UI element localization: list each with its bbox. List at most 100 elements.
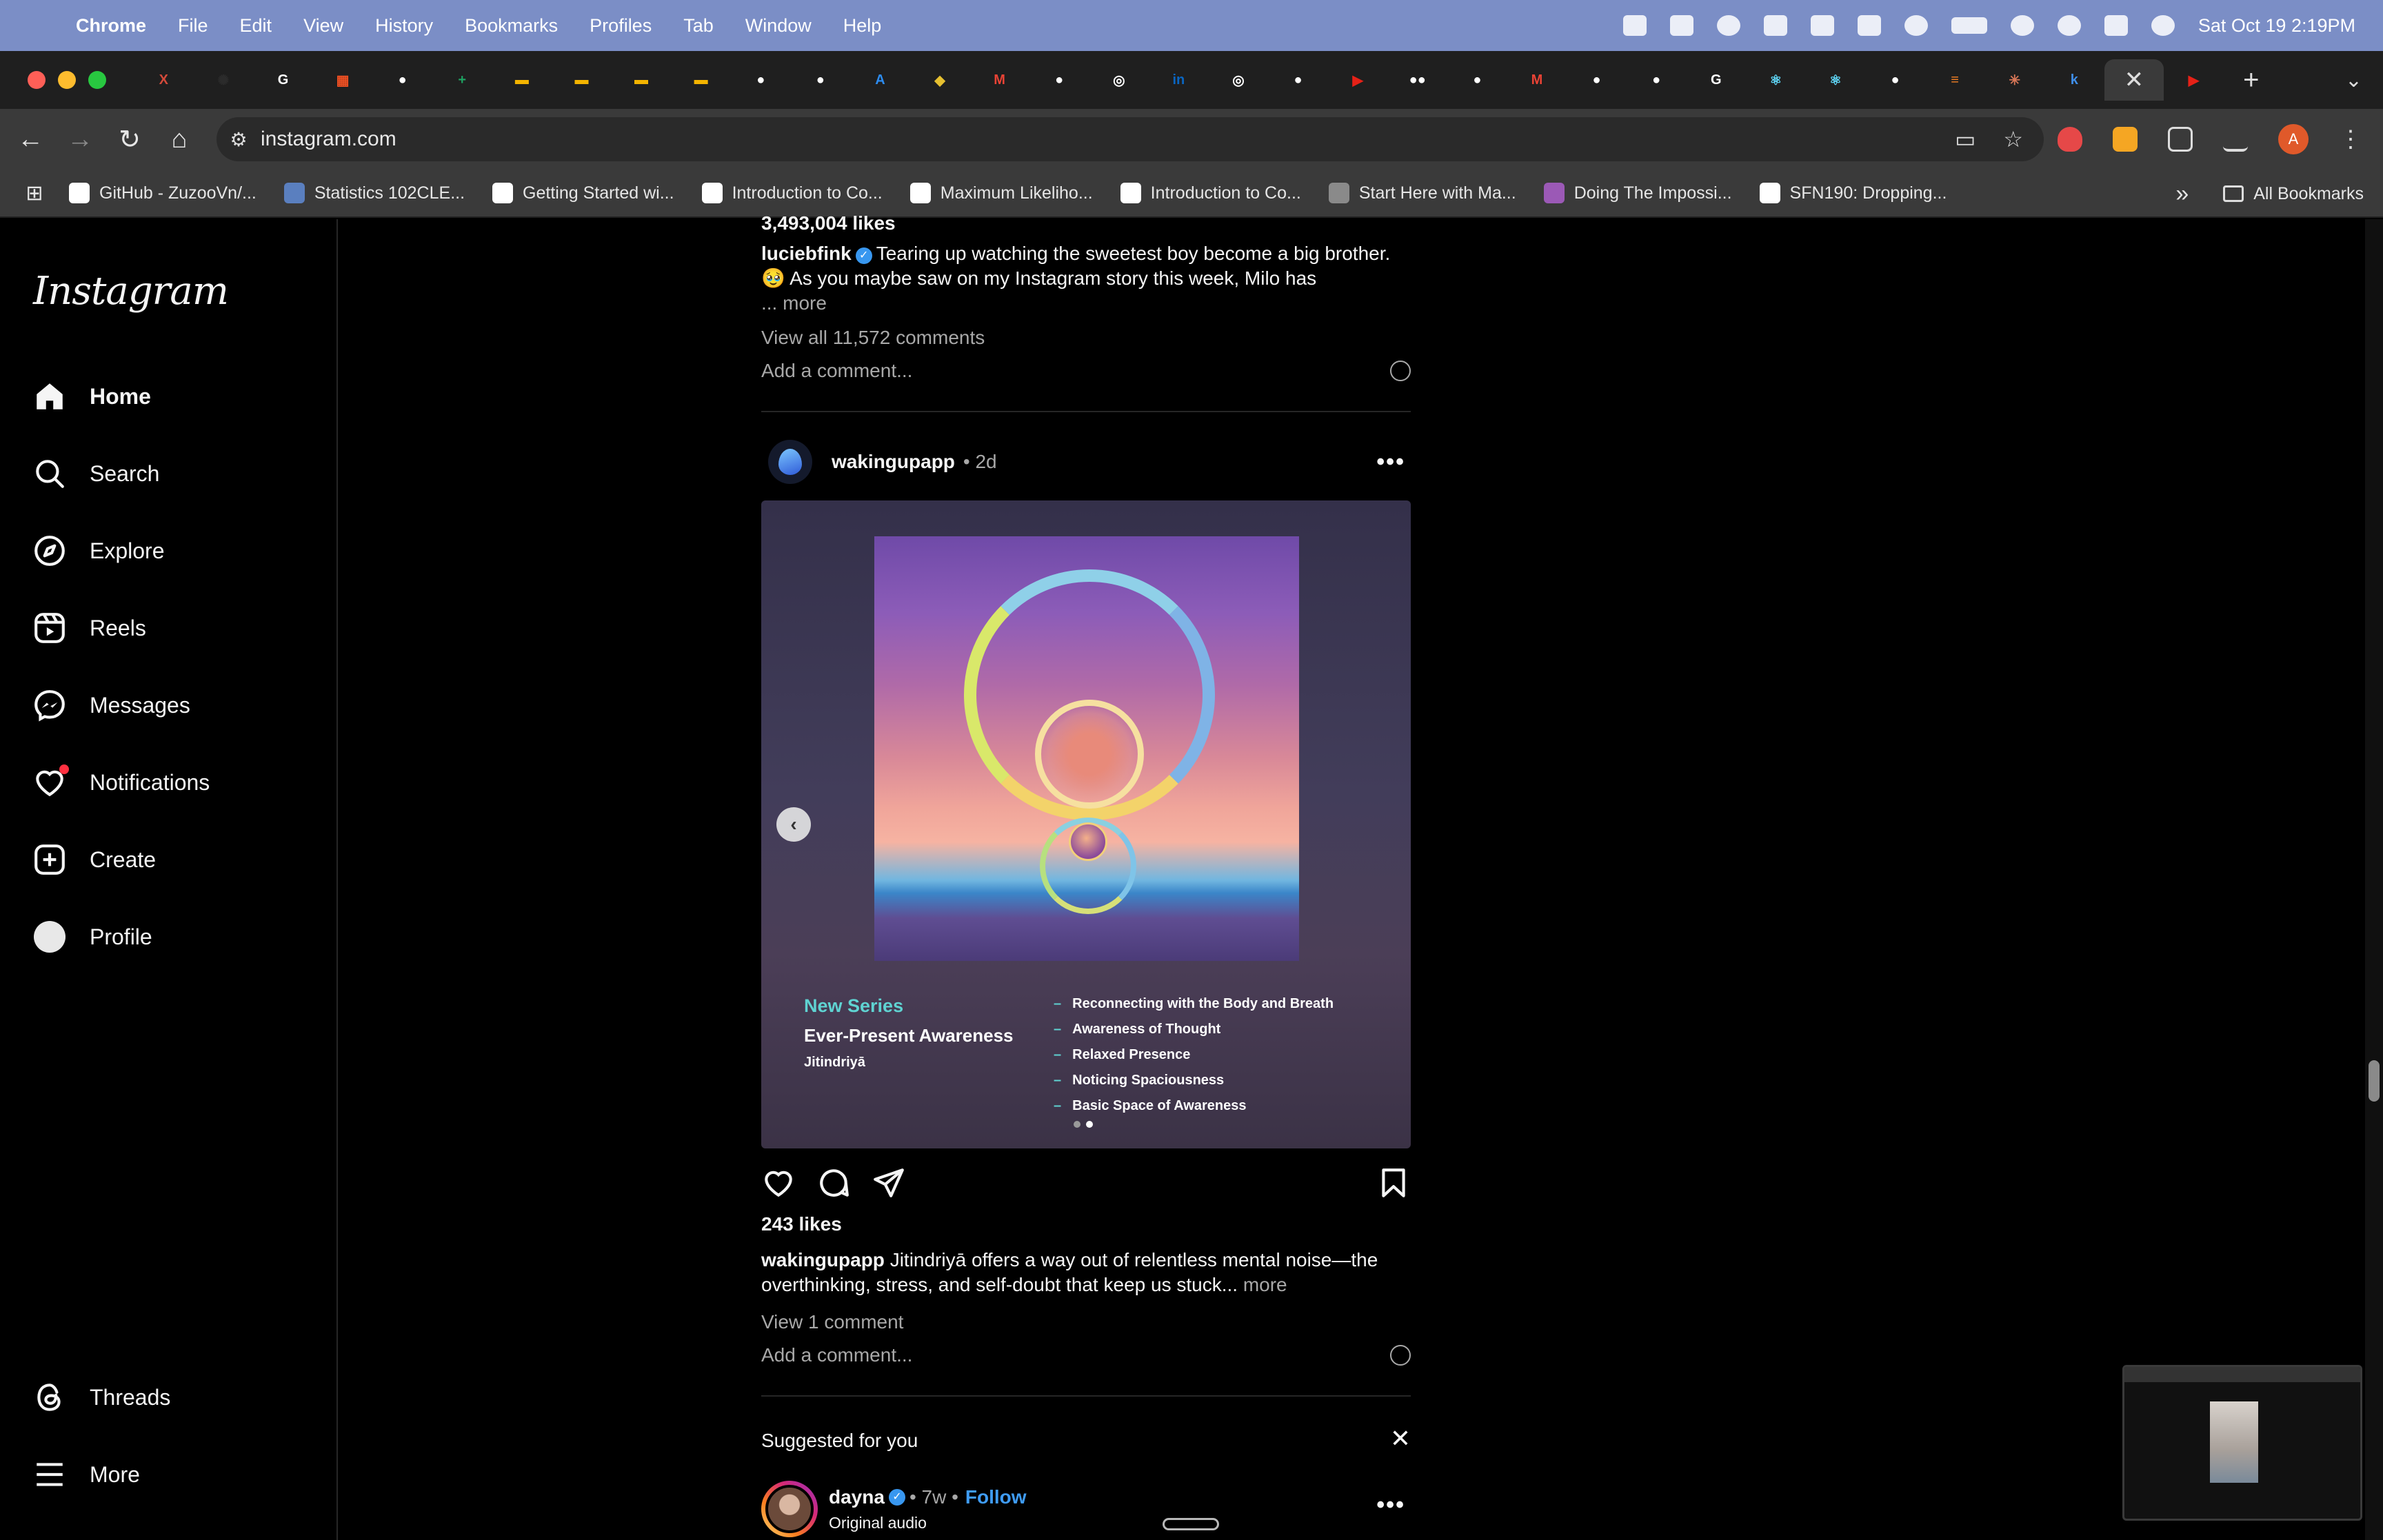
menu-file[interactable]: File bbox=[178, 15, 208, 37]
shield-extension-icon[interactable] bbox=[2058, 127, 2082, 152]
screenshot-thumbnail-preview[interactable] bbox=[2122, 1365, 2362, 1521]
story-avatar[interactable] bbox=[761, 1481, 818, 1537]
browser-tab[interactable]: ● bbox=[1447, 59, 1507, 101]
comment-icon[interactable] bbox=[816, 1166, 872, 1204]
extensions-puzzle-icon[interactable] bbox=[2168, 127, 2193, 152]
browser-tab[interactable]: ● bbox=[1627, 59, 1687, 101]
close-tab-icon[interactable]: ✕ bbox=[2124, 66, 2144, 94]
likes-count[interactable]: 3,493,004 likes bbox=[761, 212, 896, 234]
audio-link[interactable]: Original audio bbox=[829, 1514, 1027, 1532]
bookmark-star-icon[interactable]: ☆ bbox=[2003, 126, 2023, 152]
bookmark-item[interactable]: SFN190: Dropping... bbox=[1759, 183, 1947, 203]
media-control-icon[interactable] bbox=[2223, 127, 2248, 152]
bookmark-item[interactable]: Getting Started wi... bbox=[492, 183, 674, 203]
post-username[interactable]: wakingupapp bbox=[832, 451, 955, 473]
browser-tab[interactable]: ● bbox=[791, 59, 851, 101]
emoji-icon[interactable] bbox=[1390, 361, 1411, 381]
wifi-icon[interactable] bbox=[2010, 15, 2034, 36]
scrollbar-thumb[interactable] bbox=[2369, 1060, 2380, 1102]
bookmark-item[interactable]: Doing The Impossi... bbox=[1543, 183, 1732, 203]
siri-icon[interactable] bbox=[2151, 15, 2175, 36]
nav-notifications[interactable]: Notifications bbox=[30, 758, 210, 807]
menu-history[interactable]: History bbox=[375, 15, 433, 37]
bookmark-item[interactable]: Maximum Likeliho... bbox=[909, 183, 1093, 203]
browser-tab[interactable]: ● bbox=[1268, 59, 1328, 101]
view-comments-link[interactable]: View all 11,572 comments bbox=[761, 327, 985, 349]
share-icon[interactable] bbox=[872, 1166, 927, 1204]
menu-window[interactable]: Window bbox=[745, 15, 812, 37]
browser-tab[interactable]: ◆ bbox=[910, 59, 970, 101]
browser-tab[interactable]: ▶ bbox=[2164, 59, 2224, 101]
browser-tab[interactable]: X bbox=[134, 59, 194, 101]
battery-icon[interactable] bbox=[1951, 17, 1987, 34]
status-icon[interactable] bbox=[1622, 15, 1647, 36]
carousel-prev-button[interactable]: ‹ bbox=[776, 807, 811, 842]
page-scrollbar[interactable] bbox=[2365, 219, 2383, 1540]
nav-more[interactable]: More bbox=[30, 1450, 140, 1499]
browser-tab[interactable]: ▬ bbox=[671, 59, 731, 101]
browser-tab[interactable]: A bbox=[850, 59, 910, 101]
all-bookmarks-button[interactable]: All Bookmarks bbox=[2223, 184, 2364, 204]
site-info-icon[interactable]: ⚙ bbox=[217, 128, 261, 151]
menubar-clock[interactable]: Sat Oct 19 2:19PM bbox=[2198, 15, 2355, 37]
browser-tab[interactable]: M bbox=[969, 59, 1029, 101]
add-comment-input[interactable]: Add a comment... bbox=[761, 360, 912, 382]
browser-tab[interactable]: ▬ bbox=[552, 59, 612, 101]
control-center-icon[interactable] bbox=[2104, 15, 2128, 36]
nav-reels[interactable]: Reels bbox=[30, 604, 146, 652]
browser-tab[interactable]: ✳ bbox=[1984, 59, 2044, 101]
menu-app-name[interactable]: Chrome bbox=[76, 15, 146, 37]
install-app-icon[interactable]: ▭ bbox=[1955, 126, 1975, 152]
menu-profiles[interactable]: Profiles bbox=[590, 15, 652, 37]
bookmark-item[interactable]: Start Here with Ma... bbox=[1328, 183, 1516, 203]
browser-tab[interactable]: ▬ bbox=[492, 59, 552, 101]
browser-tab[interactable]: ● bbox=[1865, 59, 1925, 101]
post-image[interactable]: ‹ New Series Ever-Present Awareness Jiti… bbox=[761, 500, 1411, 1148]
browser-tab[interactable]: in bbox=[1149, 59, 1209, 101]
browser-tab[interactable]: ⚛ bbox=[1806, 59, 1866, 101]
browser-tab[interactable]: + bbox=[432, 59, 492, 101]
nav-messages[interactable]: Messages bbox=[30, 681, 190, 729]
caption-more-link[interactable]: ... more bbox=[761, 292, 827, 314]
close-icon[interactable]: ✕ bbox=[1390, 1424, 1411, 1453]
add-comment-input[interactable]: Add a comment... bbox=[761, 1344, 912, 1366]
minimize-window-button[interactable] bbox=[58, 71, 76, 89]
view-comments-link[interactable]: View 1 comment bbox=[761, 1311, 903, 1333]
caption-username[interactable]: wakingupapp bbox=[761, 1249, 885, 1270]
menu-view[interactable]: View bbox=[303, 15, 343, 37]
status-icon[interactable] bbox=[1857, 15, 1881, 36]
status-icon[interactable] bbox=[1669, 15, 1693, 36]
zoom-window-button[interactable] bbox=[88, 71, 106, 89]
menu-help[interactable]: Help bbox=[843, 15, 882, 37]
bookmark-item[interactable]: Introduction to Co... bbox=[1120, 183, 1301, 203]
browser-tab[interactable]: G bbox=[1686, 59, 1746, 101]
bookmark-item[interactable]: Introduction to Co... bbox=[701, 183, 883, 203]
nav-explore[interactable]: Explore bbox=[30, 527, 165, 575]
browser-tab[interactable]: M bbox=[1507, 59, 1567, 101]
status-icon[interactable] bbox=[1763, 15, 1787, 36]
more-options-icon[interactable]: ••• bbox=[1376, 1492, 1405, 1519]
browser-tab[interactable]: ● bbox=[372, 59, 432, 101]
caption-more-link[interactable]: more bbox=[1243, 1274, 1287, 1295]
browser-tab[interactable]: ✺ bbox=[194, 59, 254, 101]
emoji-icon[interactable] bbox=[1390, 1345, 1411, 1366]
nav-threads[interactable]: Threads bbox=[30, 1373, 170, 1421]
nav-search[interactable]: Search bbox=[30, 449, 159, 498]
bookmarks-overflow-button[interactable]: » bbox=[2175, 181, 2189, 207]
spotlight-search-icon[interactable] bbox=[2057, 15, 2081, 36]
address-bar[interactable]: ⚙ instagram.com ▭ ☆ bbox=[217, 117, 2044, 161]
browser-tab[interactable]: G bbox=[253, 59, 313, 101]
follow-button[interactable]: Follow bbox=[965, 1486, 1027, 1508]
nav-create[interactable]: Create bbox=[30, 835, 156, 884]
url-text[interactable]: instagram.com bbox=[261, 128, 396, 151]
chrome-menu-icon[interactable]: ⋮ bbox=[2339, 125, 2362, 153]
menu-edit[interactable]: Edit bbox=[240, 15, 272, 37]
browser-tab[interactable]: ▬ bbox=[612, 59, 672, 101]
close-window-button[interactable] bbox=[28, 71, 46, 89]
like-heart-icon[interactable] bbox=[761, 1166, 816, 1204]
home-button-icon[interactable]: ⌂ bbox=[154, 125, 204, 154]
nav-home[interactable]: Home bbox=[30, 372, 151, 421]
active-tab[interactable]: ✕ bbox=[2104, 59, 2164, 101]
browser-tab[interactable]: ◎ bbox=[1209, 59, 1269, 101]
new-tab-button[interactable]: + bbox=[2224, 65, 2279, 96]
